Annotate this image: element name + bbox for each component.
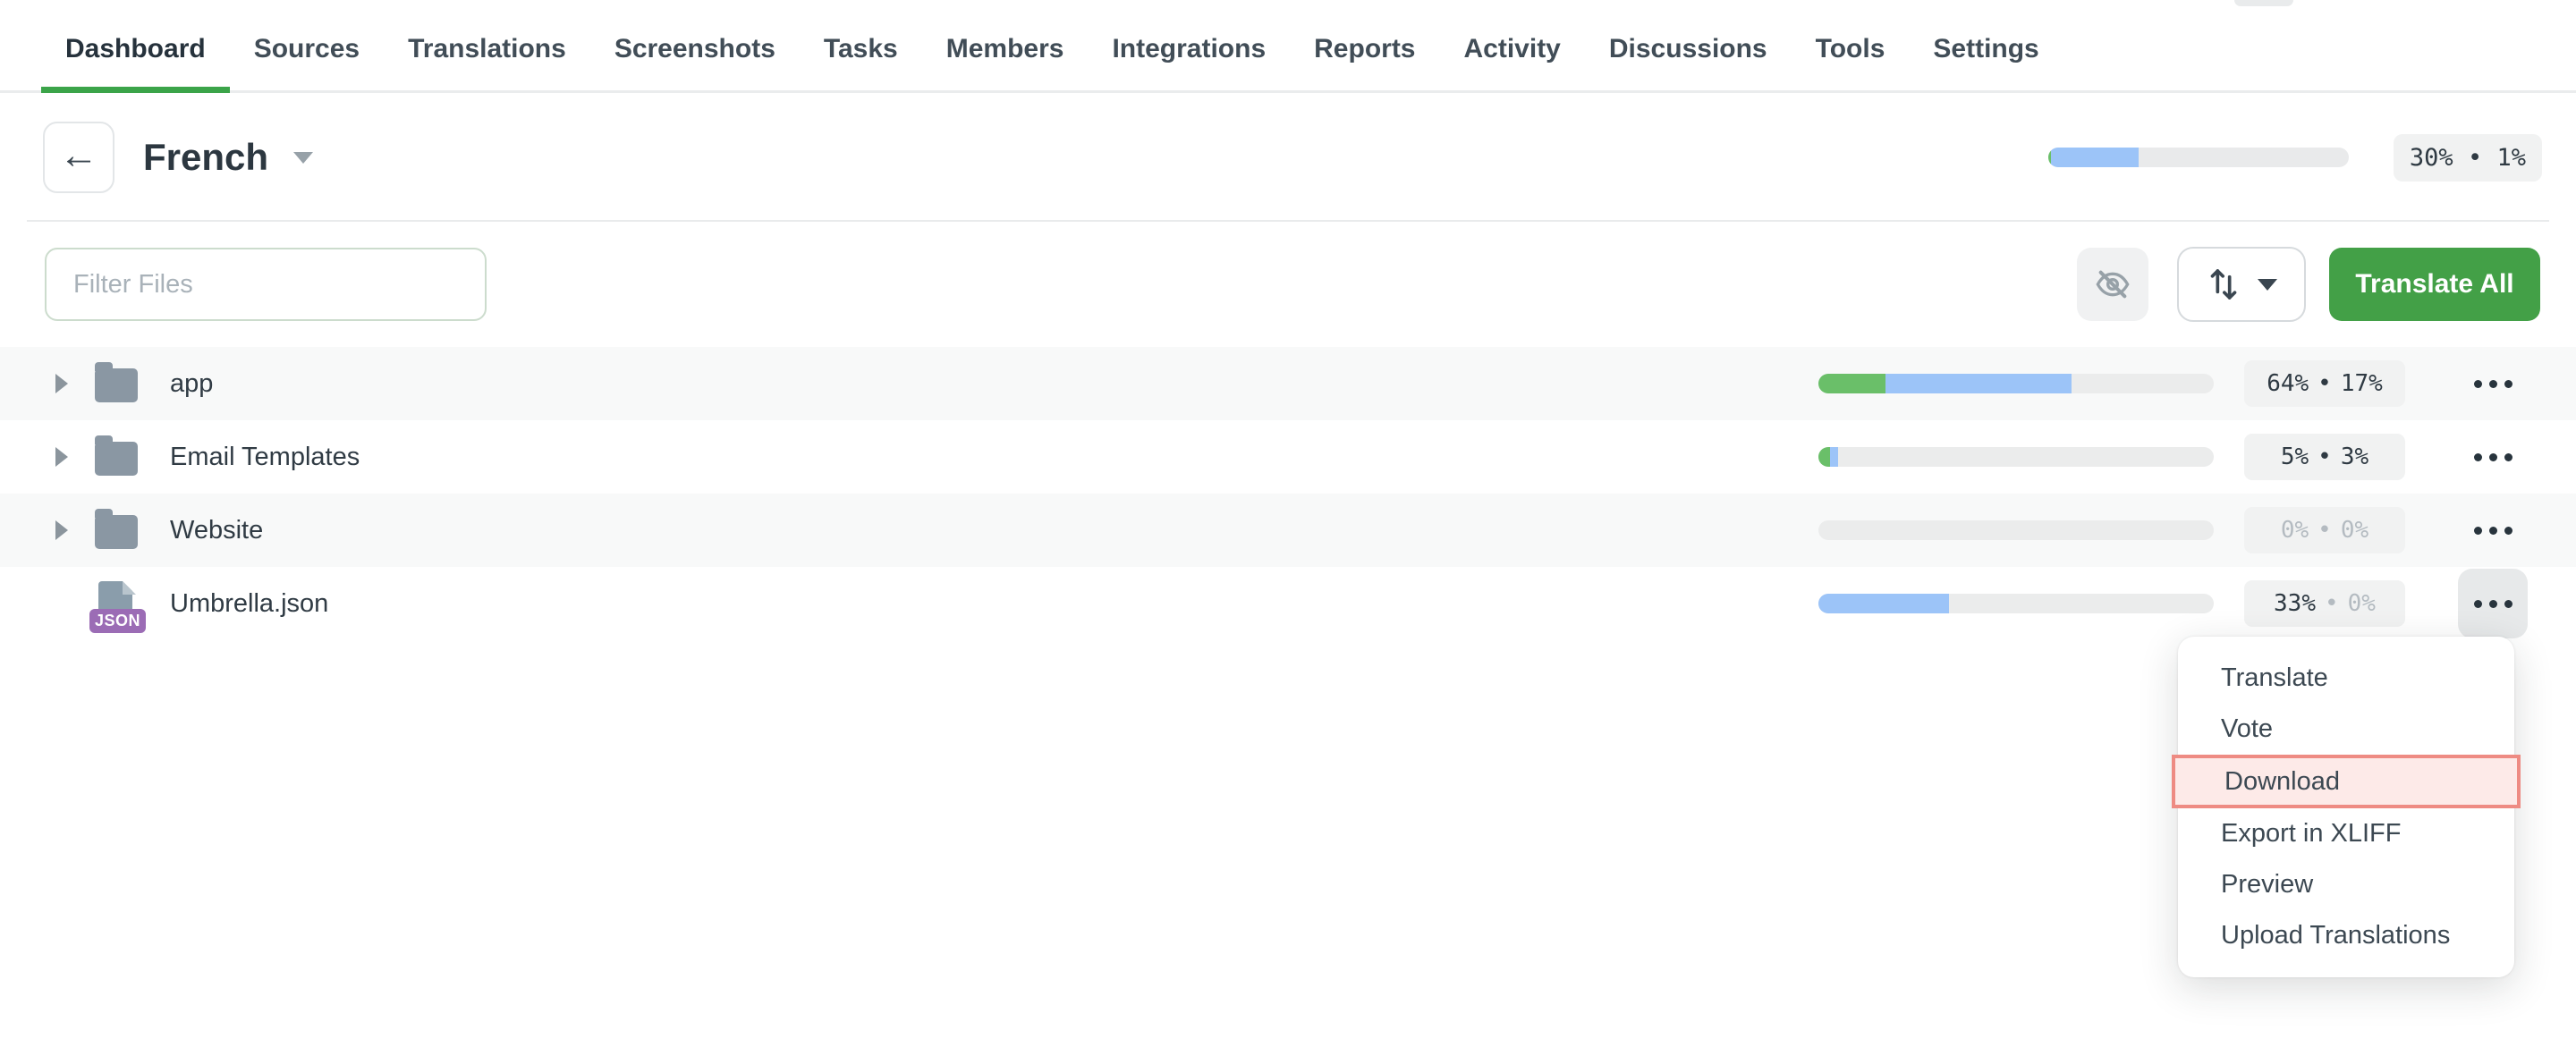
- project-files-page: Dashboard Sources Translations Screensho…: [0, 0, 2576, 1039]
- file-progress-badge: 0% • 0%: [2244, 507, 2405, 553]
- translated-percent: 0%: [2281, 517, 2309, 544]
- project-nav: Dashboard Sources Translations Screensho…: [0, 0, 2576, 93]
- file-progress-bar: [1818, 374, 2214, 393]
- folder-icon: [95, 442, 138, 476]
- tab-activity[interactable]: Activity: [1440, 0, 1585, 93]
- expand-caret-icon[interactable]: [55, 520, 68, 540]
- translate-all-button[interactable]: Translate All: [2329, 248, 2540, 321]
- row-actions-button[interactable]: [2458, 495, 2528, 565]
- tab-tools[interactable]: Tools: [1792, 0, 1910, 93]
- badge-separator: •: [2325, 590, 2339, 617]
- file-progress-badge: 5% • 3%: [2244, 434, 2405, 480]
- file-row-app[interactable]: app 64% • 17%: [0, 347, 2576, 420]
- json-file-type-tag: JSON: [89, 609, 146, 633]
- approved-percent: 0%: [2348, 590, 2376, 617]
- tab-members[interactable]: Members: [922, 0, 1089, 93]
- translated-progress-segment: [1830, 447, 1838, 467]
- page-title: French: [143, 136, 268, 179]
- file-row-email-templates[interactable]: Email Templates 5% • 3%: [0, 420, 2576, 494]
- badge-separator: •: [2318, 443, 2332, 470]
- tab-sources[interactable]: Sources: [230, 0, 384, 93]
- menu-item-vote[interactable]: Vote: [2178, 704, 2514, 755]
- tab-integrations[interactable]: Integrations: [1088, 0, 1290, 93]
- menu-item-export-in-xliff[interactable]: Export in XLIFF: [2178, 808, 2514, 859]
- cut-off-element: [2234, 0, 2293, 6]
- tab-tasks[interactable]: Tasks: [800, 0, 922, 93]
- language-header: ← French 30% • 1%: [0, 93, 2576, 220]
- tab-screenshots[interactable]: Screenshots: [590, 0, 800, 93]
- row-actions-context-menu: Translate Vote Download Export in XLIFF …: [2178, 637, 2514, 977]
- language-progress-bar: [2048, 148, 2349, 167]
- language-dropdown-caret-icon[interactable]: [293, 152, 313, 164]
- approved-percent: 0%: [2341, 517, 2368, 544]
- row-actions-button-active[interactable]: [2458, 569, 2528, 638]
- menu-item-preview[interactable]: Preview: [2178, 859, 2514, 910]
- approved-percent: 3%: [2341, 443, 2368, 470]
- tab-translations[interactable]: Translations: [384, 0, 590, 93]
- file-progress-bar: [1818, 520, 2214, 540]
- sort-button[interactable]: [2177, 247, 2306, 322]
- ellipsis-icon: [2474, 600, 2482, 608]
- folder-icon: [95, 368, 138, 402]
- badge-separator: •: [2318, 370, 2332, 397]
- hide-completed-button[interactable]: [2077, 248, 2148, 321]
- row-actions-button[interactable]: [2458, 422, 2528, 492]
- tab-settings[interactable]: Settings: [1909, 0, 2063, 93]
- file-name[interactable]: Email Templates: [170, 443, 360, 472]
- file-name[interactable]: Umbrella.json: [170, 589, 328, 619]
- ellipsis-icon: [2474, 453, 2482, 461]
- menu-item-upload-translations[interactable]: Upload Translations: [2178, 910, 2514, 961]
- badge-separator: •: [2468, 144, 2482, 172]
- translated-percent: 5%: [2281, 443, 2309, 470]
- file-name[interactable]: app: [170, 369, 213, 399]
- file-progress-badge: 64% • 17%: [2244, 360, 2405, 407]
- menu-item-translate[interactable]: Translate: [2178, 653, 2514, 704]
- filter-files-input[interactable]: [45, 248, 487, 321]
- approved-percent: 17%: [2341, 370, 2383, 397]
- approved-percent: 1%: [2496, 144, 2526, 172]
- tab-dashboard[interactable]: Dashboard: [41, 0, 230, 93]
- translated-progress-segment: [1885, 374, 2072, 393]
- translated-percent: 33%: [2274, 590, 2316, 617]
- row-actions-button[interactable]: [2458, 349, 2528, 418]
- ellipsis-icon: [2474, 380, 2482, 388]
- translated-progress-segment: [1818, 594, 1949, 613]
- language-progress-badge: 30% • 1%: [2394, 134, 2542, 182]
- file-name[interactable]: Website: [170, 516, 263, 545]
- translated-percent: 30%: [2410, 144, 2453, 172]
- sort-dropdown-caret-icon: [2258, 279, 2277, 291]
- translated-progress-segment: [2051, 148, 2138, 167]
- menu-item-download[interactable]: Download: [2172, 755, 2521, 808]
- expand-caret-icon[interactable]: [55, 374, 68, 393]
- file-progress-badge: 33% • 0%: [2244, 580, 2405, 627]
- ellipsis-icon: [2474, 527, 2482, 535]
- badge-separator: •: [2318, 517, 2332, 544]
- file-progress-bar: [1818, 594, 2214, 613]
- approved-progress-segment: [1818, 374, 1885, 393]
- tab-discussions[interactable]: Discussions: [1585, 0, 1792, 93]
- file-row-website[interactable]: Website 0% • 0%: [0, 494, 2576, 567]
- translated-percent: 64%: [2267, 370, 2309, 397]
- tab-reports[interactable]: Reports: [1290, 0, 1439, 93]
- eye-off-icon: [2095, 266, 2131, 302]
- approved-progress-segment: [1818, 447, 1830, 467]
- back-arrow-icon: ←: [59, 136, 98, 175]
- file-progress-bar: [1818, 447, 2214, 467]
- file-row-umbrella-json[interactable]: JSON Umbrella.json 33% • 0%: [0, 567, 2576, 640]
- file-list: app 64% • 17% Email Templates: [0, 347, 2576, 640]
- sort-arrows-icon: [2206, 265, 2241, 304]
- files-toolbar: Translate All: [0, 222, 2576, 322]
- json-file-icon: JSON: [95, 581, 136, 628]
- expand-caret-icon[interactable]: [55, 447, 68, 467]
- folder-icon: [95, 515, 138, 549]
- back-button[interactable]: ←: [43, 122, 114, 193]
